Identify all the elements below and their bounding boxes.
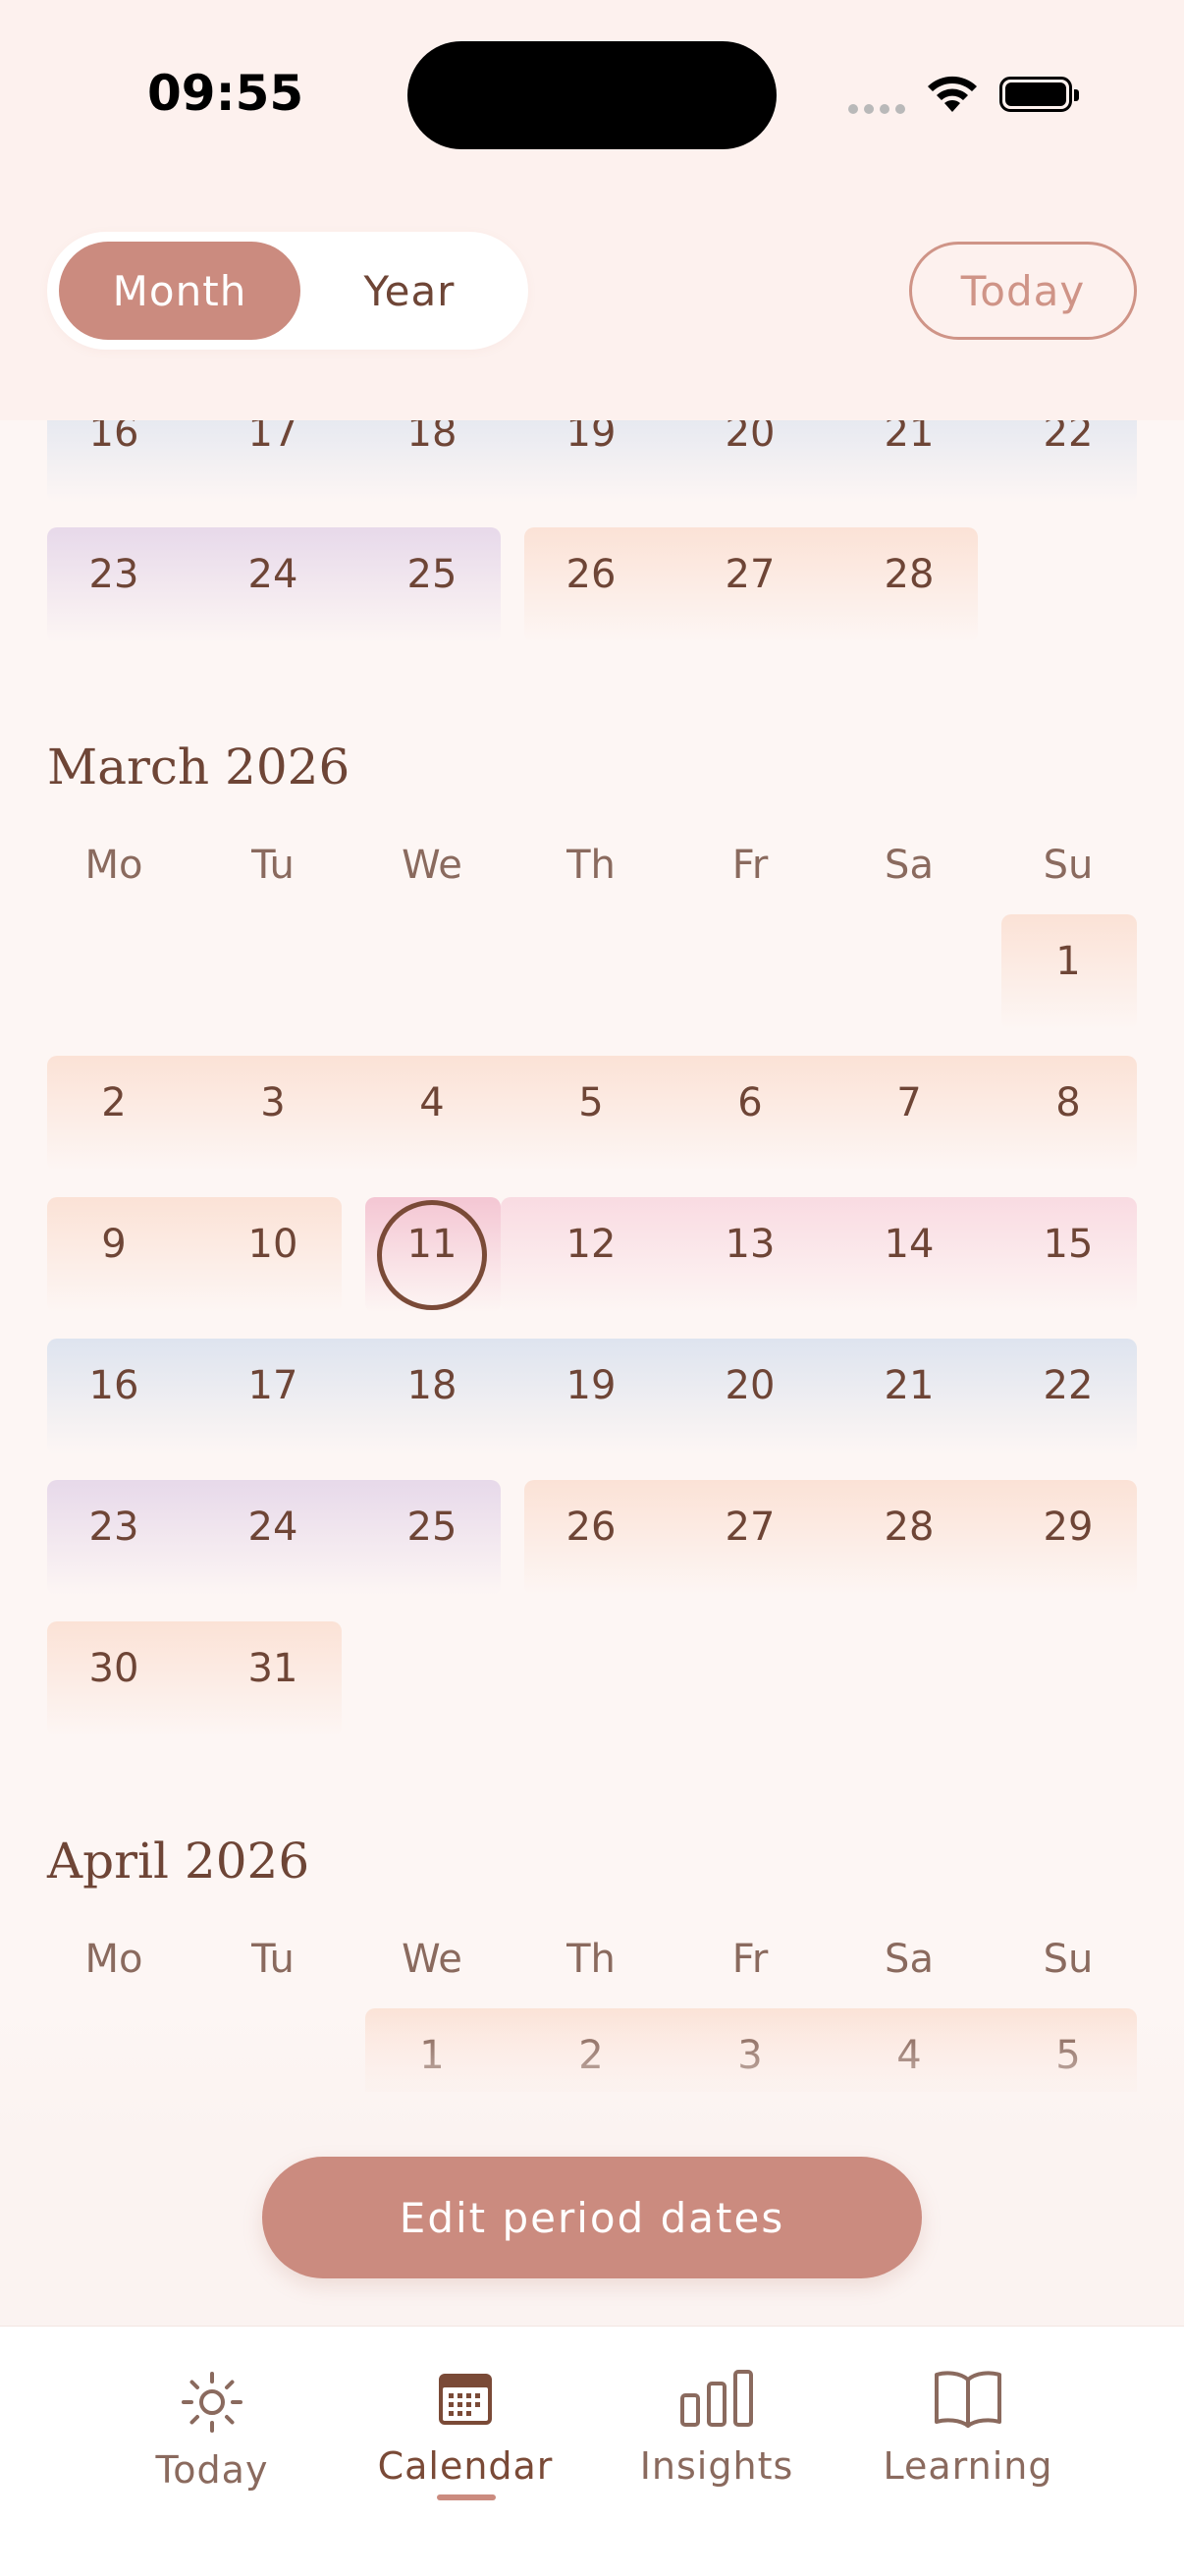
month-title-april: April 2026 <box>47 1833 310 1890</box>
weekday-label: Tu <box>251 1937 295 1982</box>
wifi-icon <box>928 76 977 112</box>
day-cell[interactable]: 19 <box>522 1363 660 1408</box>
day-cell[interactable]: 28 <box>840 552 978 597</box>
active-tab-indicator <box>437 2494 496 2500</box>
weekday-label: We <box>402 1937 462 1982</box>
day-cell[interactable]: 24 <box>204 1505 342 1550</box>
day-cell-today[interactable]: 11 <box>363 1222 501 1267</box>
day-cell[interactable]: 25 <box>363 1505 501 1550</box>
day-cell[interactable]: 27 <box>681 1505 819 1550</box>
year-view-button[interactable]: Year <box>289 242 530 340</box>
book-icon <box>935 2371 1001 2428</box>
tab-bar: Today Calendar Insights Learning <box>0 2326 1184 2576</box>
day-cell[interactable]: 27 <box>681 552 819 597</box>
day-cell[interactable]: 26 <box>522 1505 660 1550</box>
day-cell[interactable]: 14 <box>840 1222 978 1267</box>
day-cell[interactable]: 10 <box>204 1222 342 1267</box>
dynamic-island <box>407 41 777 149</box>
day-cell[interactable]: 1 <box>999 939 1137 984</box>
tab-label: Calendar <box>377 2444 554 2488</box>
weekday-label: Sa <box>885 1937 934 1982</box>
day-cell[interactable]: 23 <box>45 552 183 597</box>
weekday-label: Mo <box>84 1937 143 1982</box>
weekday-label: Fr <box>731 1937 769 1982</box>
day-cell[interactable]: 15 <box>999 1222 1137 1267</box>
weekday-label: Tu <box>251 843 295 888</box>
tab-label: Insights <box>639 2444 794 2488</box>
day-cell[interactable]: 26 <box>522 552 660 597</box>
weekday-label: Sa <box>885 843 934 888</box>
day-cell[interactable]: 7 <box>840 1080 978 1125</box>
sun-icon <box>182 2372 242 2433</box>
calendar-icon <box>439 2374 492 2425</box>
tab-label: Today <box>155 2448 269 2492</box>
bar-chart-icon <box>680 2370 753 2427</box>
month-view-button[interactable]: Month <box>59 242 300 340</box>
tab-learning[interactable]: Learning <box>860 2364 1076 2488</box>
jump-to-today-button[interactable]: Today <box>909 242 1137 340</box>
tab-insights[interactable]: Insights <box>609 2364 825 2488</box>
day-cell[interactable]: 30 <box>45 1646 183 1691</box>
tab-today[interactable]: Today <box>104 2368 320 2492</box>
day-cell[interactable]: 16 <box>45 1363 183 1408</box>
day-cell[interactable]: 5 <box>522 1080 660 1125</box>
weekday-label: Su <box>1043 843 1094 888</box>
weekday-label: Su <box>1043 1937 1094 1982</box>
tab-label: Learning <box>883 2444 1053 2488</box>
day-cell[interactable]: 3 <box>204 1080 342 1125</box>
day-cell[interactable]: 20 <box>681 1363 819 1408</box>
day-cell[interactable]: 2 <box>45 1080 183 1125</box>
weekday-label: Th <box>566 1937 616 1982</box>
status-bar: 09:55 <box>0 0 1184 196</box>
edit-period-dates-button[interactable]: Edit period dates <box>262 2157 922 2278</box>
day-cell[interactable]: 29 <box>999 1505 1137 1550</box>
month-title-march: March 2026 <box>47 739 350 795</box>
weekday-label: Mo <box>84 843 143 888</box>
day-cell[interactable]: 24 <box>204 552 342 597</box>
day-cell[interactable]: 28 <box>840 1505 978 1550</box>
day-cell[interactable]: 21 <box>840 1363 978 1408</box>
day-cell[interactable]: 18 <box>363 1363 501 1408</box>
status-time: 09:55 <box>147 65 304 122</box>
day-cell[interactable]: 9 <box>45 1222 183 1267</box>
weekday-label: We <box>402 843 462 888</box>
day-cell[interactable]: 31 <box>204 1646 342 1691</box>
day-cell[interactable]: 17 <box>204 1363 342 1408</box>
day-cell[interactable]: 25 <box>363 552 501 597</box>
day-cell[interactable]: 22 <box>999 1363 1137 1408</box>
battery-icon <box>999 77 1079 112</box>
day-cell[interactable]: 23 <box>45 1505 183 1550</box>
header-background: 09:55 <box>0 0 1184 420</box>
weekday-label: Fr <box>731 843 769 888</box>
weekday-label: Th <box>566 843 616 888</box>
day-cell[interactable]: 12 <box>522 1222 660 1267</box>
day-cell[interactable]: 8 <box>999 1080 1137 1125</box>
view-mode-toggle: Month Year <box>47 232 528 350</box>
cellular-signal-icon <box>848 104 905 114</box>
day-cell[interactable]: 6 <box>681 1080 819 1125</box>
day-cell[interactable]: 4 <box>363 1080 501 1125</box>
tab-calendar[interactable]: Calendar <box>357 2364 573 2488</box>
day-cell[interactable]: 13 <box>681 1222 819 1267</box>
